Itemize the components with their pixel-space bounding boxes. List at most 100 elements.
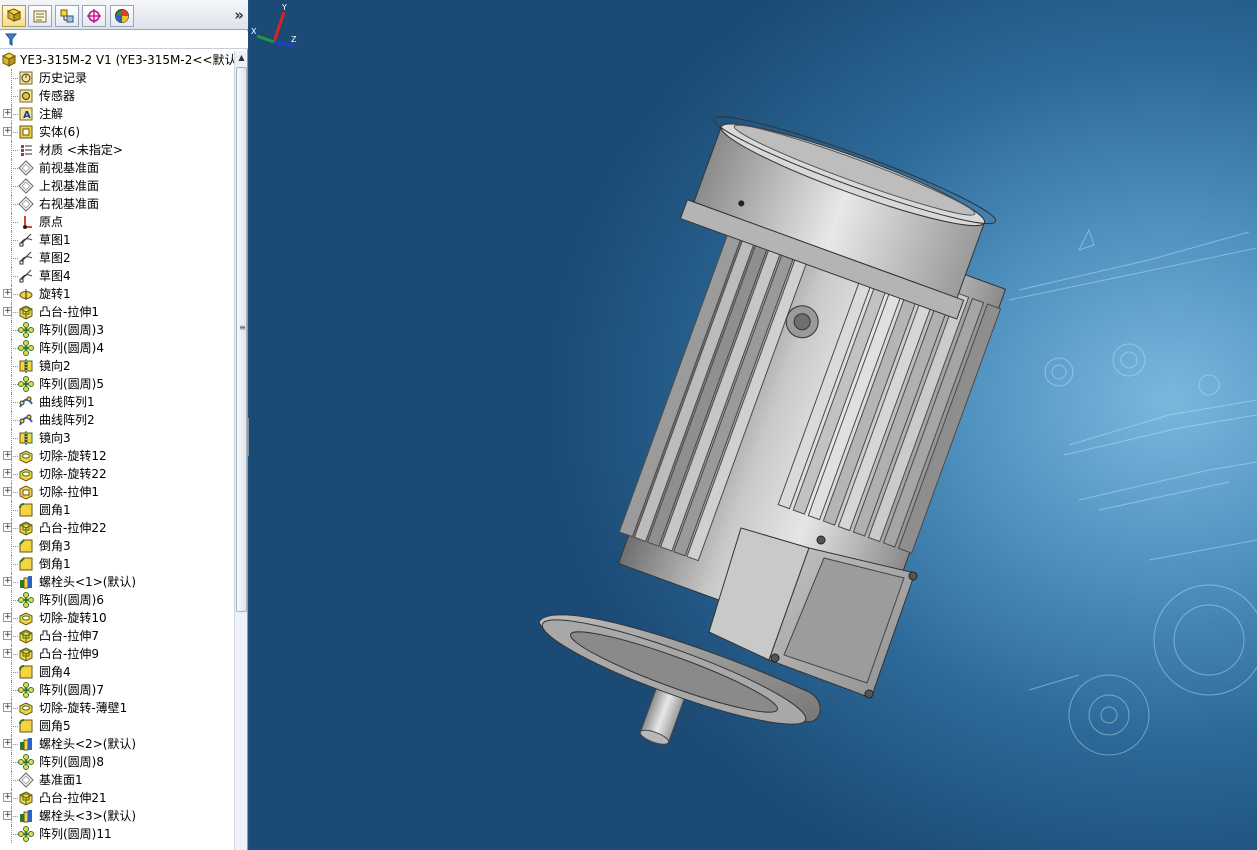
tree-item-sketch[interactable]: 草图4 [0, 267, 234, 285]
tree-item-circular-pattern[interactable]: 阵列(圆周)5 [0, 375, 234, 393]
expand-toggle-icon[interactable]: + [3, 289, 12, 298]
graphics-area[interactable]: Y X Z [249, 0, 1257, 850]
motor-model[interactable] [249, 0, 1257, 850]
tree-item-curve-pattern[interactable]: 曲线阵列1 [0, 393, 234, 411]
expand-toggle-icon[interactable]: + [3, 127, 12, 136]
more-tabs-button[interactable]: » [234, 6, 244, 24]
tree-item-label: 镜向2 [39, 359, 71, 373]
expand-toggle-icon[interactable]: + [3, 523, 12, 532]
tree-item-solid-bodies[interactable]: + 实体(6) [0, 123, 234, 141]
tree-item-chamfer[interactable]: 倒角1 [0, 555, 234, 573]
tree-item-label: 前视基准面 [39, 161, 100, 175]
tree-item-sketch[interactable]: 草图2 [0, 249, 234, 267]
tree-item-chamfer[interactable]: 倒角3 [0, 537, 234, 555]
tab-dimxpert[interactable] [82, 5, 106, 27]
scroll-thumb[interactable]: ≡ [236, 67, 247, 612]
scroll-up-arrow[interactable]: ▲ [235, 51, 248, 65]
tree-item-mirror[interactable]: 镜向2 [0, 357, 234, 375]
tree-item-label: 注解 [39, 107, 64, 121]
tree-item-circular-pattern[interactable]: 阵列(圆周)4 [0, 339, 234, 357]
tree-item-label: 切除-旋转-薄壁1 [39, 701, 128, 715]
tree-item-curve-pattern[interactable]: 曲线阵列2 [0, 411, 234, 429]
tree-root-part[interactable]: YE3-315M-2 V1 (YE3-315M-2<<默认 [0, 51, 234, 69]
tree-guide-branch [11, 528, 18, 529]
tree-item-cut-revolve[interactable]: + 切除-旋转12 [0, 447, 234, 465]
tree-item-label: 凸台-拉伸22 [39, 521, 107, 535]
tree-scrollbar[interactable]: ▲ ≡ [234, 51, 247, 850]
tree-item-mirror[interactable]: 镜向3 [0, 429, 234, 447]
boss-extrude-icon [19, 305, 33, 320]
fillet-icon [19, 503, 33, 517]
tree-item-library-feature[interactable]: + 螺栓头<3>(默认) [0, 807, 234, 825]
tree-item-fillet[interactable]: 圆角4 [0, 663, 234, 681]
tree-item-fillet[interactable]: 圆角1 [0, 501, 234, 519]
expand-toggle-icon[interactable]: + [3, 703, 12, 712]
expand-toggle-icon[interactable]: + [3, 577, 12, 586]
tree-item-circular-pattern[interactable]: 阵列(圆周)7 [0, 681, 234, 699]
tree-item-boss-extrude[interactable]: + 凸台-拉伸21 [0, 789, 234, 807]
expand-toggle-icon[interactable]: + [3, 631, 12, 640]
filter-icon[interactable] [5, 33, 17, 46]
tree-item-origin[interactable]: 原点 [0, 213, 234, 231]
tree-item-label: 草图2 [39, 251, 71, 265]
feature-tree-icon [6, 8, 22, 22]
tree-item-material[interactable]: 材质 <未指定> [0, 141, 234, 159]
expand-toggle-icon[interactable]: + [3, 613, 12, 622]
svg-text:A: A [23, 110, 31, 121]
expand-toggle-icon[interactable]: + [3, 109, 12, 118]
tree-item-cut-revolve[interactable]: + 切除-旋转22 [0, 465, 234, 483]
tree-item-revolve[interactable]: + 旋转1 [0, 285, 234, 303]
expand-toggle-icon[interactable]: + [3, 739, 12, 748]
tree-item-boss-extrude[interactable]: + 凸台-拉伸9 [0, 645, 234, 663]
tree-item-label: 镜向3 [39, 431, 71, 445]
tree-item-cut-revolve[interactable]: + 切除-旋转10 [0, 609, 234, 627]
expand-toggle-icon[interactable]: + [3, 307, 12, 316]
tree-item-boss-extrude[interactable]: + 凸台-拉伸7 [0, 627, 234, 645]
tree-guide-branch [11, 402, 18, 403]
cut-extrude-icon [19, 485, 33, 500]
tree-item-plane[interactable]: 基准面1 [0, 771, 234, 789]
plane-icon [18, 196, 34, 212]
tree-item-label: 原点 [39, 215, 64, 229]
tree-item-library-feature[interactable]: + 螺栓头<1>(默认) [0, 573, 234, 591]
tab-featuremanager[interactable] [2, 5, 26, 27]
tree-item-plane[interactable]: 右视基准面 [0, 195, 234, 213]
tree-guide-branch [11, 456, 18, 457]
tree-item-circular-pattern[interactable]: 阵列(圆周)6 [0, 591, 234, 609]
tree-item-label: 阵列(圆周)3 [39, 323, 104, 337]
tree-item-circular-pattern[interactable]: 阵列(圆周)8 [0, 753, 234, 771]
display-manager-icon [115, 9, 129, 23]
tree-item-cut-revolve[interactable]: + 切除-旋转-薄壁1 [0, 699, 234, 717]
circular-pattern-icon [18, 826, 34, 842]
tree-item-annotation[interactable]: + A 注解 [0, 105, 234, 123]
tree-item-plane[interactable]: 上视基准面 [0, 177, 234, 195]
boss-extrude-icon [19, 791, 33, 806]
tree-item-sensor[interactable]: 传感器 [0, 87, 234, 105]
tree-guide-branch [11, 240, 18, 241]
expand-toggle-icon[interactable]: + [3, 451, 12, 460]
tab-configurationmanager[interactable] [55, 5, 79, 27]
tab-propertymanager[interactable] [28, 5, 52, 27]
tree-item-sketch[interactable]: 草图1 [0, 231, 234, 249]
fillet-icon [19, 719, 33, 733]
tree-guide-branch [11, 654, 18, 655]
tree-item-label: 曲线阵列2 [39, 413, 95, 427]
tree-item-history[interactable]: 历史记录 [0, 69, 234, 87]
tree-item-cut-extrude[interactable]: + 切除-拉伸1 [0, 483, 234, 501]
tree-item-circular-pattern[interactable]: 阵列(圆周)11 [0, 825, 234, 843]
expand-toggle-icon[interactable]: + [3, 469, 12, 478]
tree-item-library-feature[interactable]: + 螺栓头<2>(默认) [0, 735, 234, 753]
tree-item-plane[interactable]: 前视基准面 [0, 159, 234, 177]
tree-item-boss-extrude[interactable]: + 凸台-拉伸22 [0, 519, 234, 537]
tab-display[interactable] [110, 5, 134, 27]
expand-toggle-icon[interactable]: + [3, 811, 12, 820]
tree-guide-branch [11, 708, 18, 709]
tree-filter-bar[interactable] [0, 31, 248, 49]
tree-item-boss-extrude[interactable]: + 凸台-拉伸1 [0, 303, 234, 321]
expand-toggle-icon[interactable]: + [3, 487, 12, 496]
expand-toggle-icon[interactable]: + [3, 649, 12, 658]
tree-item-circular-pattern[interactable]: 阵列(圆周)3 [0, 321, 234, 339]
expand-toggle-icon[interactable]: + [3, 793, 12, 802]
tree-item-label: 螺栓头<3>(默认) [39, 809, 137, 823]
tree-item-fillet[interactable]: 圆角5 [0, 717, 234, 735]
